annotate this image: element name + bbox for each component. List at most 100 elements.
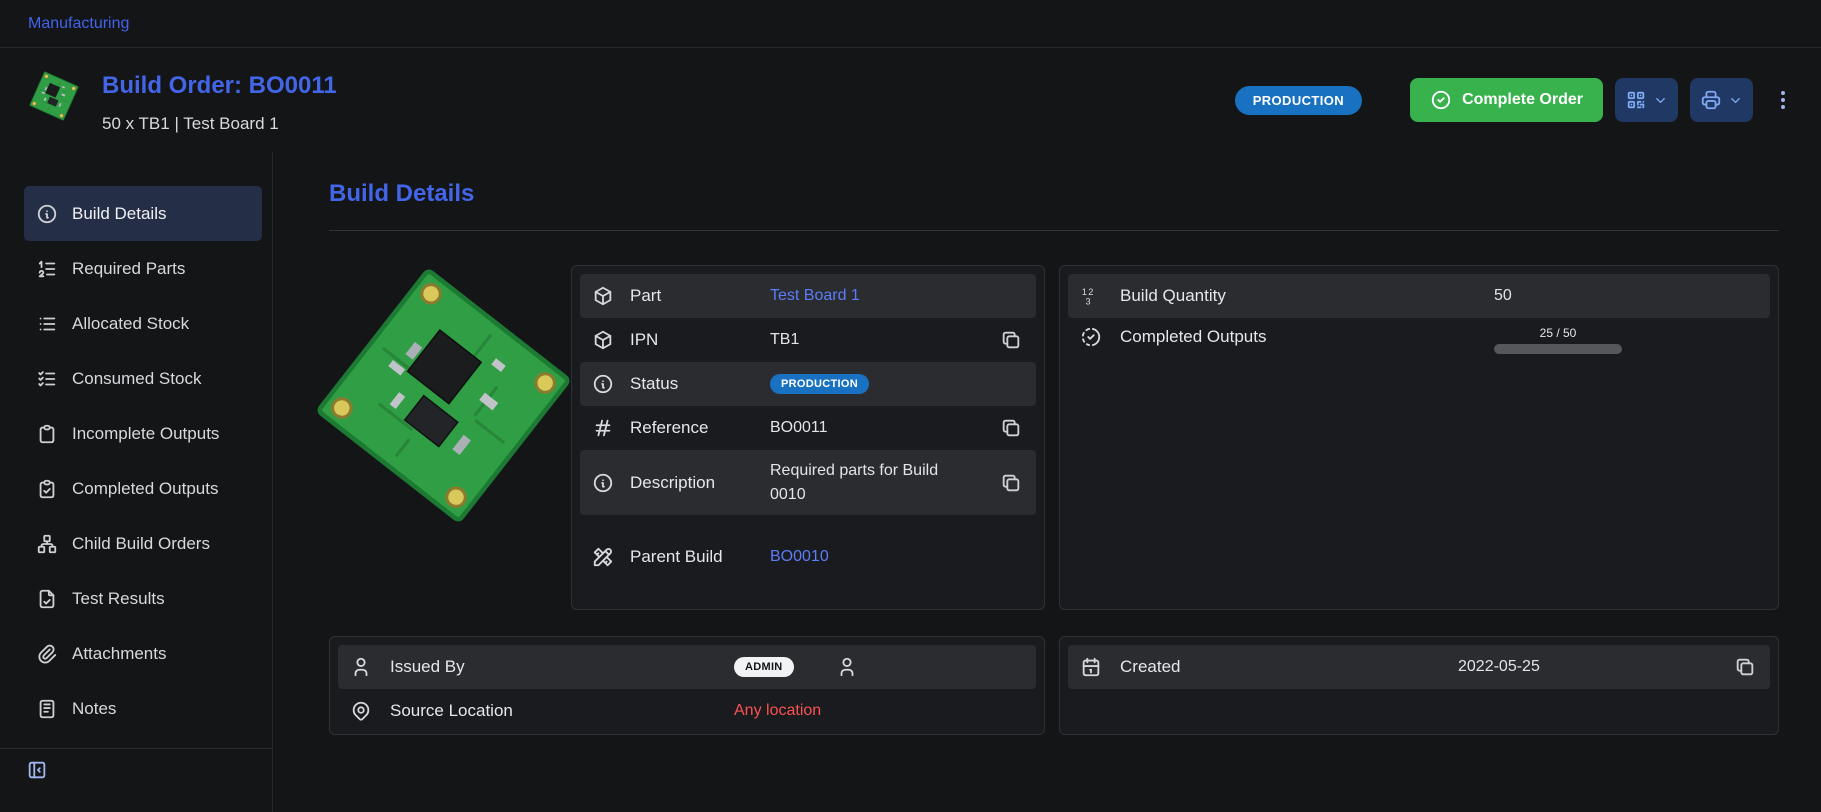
detail-row-parent-build: Parent Build BO0010 [580, 515, 1036, 599]
sidebar-item-attachments[interactable]: Attachments [24, 626, 262, 681]
sidebar-item-incomplete-outputs[interactable]: Incomplete Outputs [24, 406, 262, 461]
sidebar-item-build-details[interactable]: Build Details [24, 186, 262, 241]
sidebar-item-label: Build Details [72, 204, 167, 224]
description-label: Description [630, 472, 730, 493]
row-build-quantity: 123 Build Quantity 50 [1068, 274, 1770, 318]
status-label: Status [630, 373, 730, 394]
circle-check-icon [1430, 89, 1452, 111]
box-icon [592, 285, 616, 307]
section-title: Build Details [329, 180, 1779, 208]
sidebar-item-label: Attachments [72, 644, 167, 664]
progress-track [1494, 344, 1622, 354]
paperclip-icon [36, 643, 58, 665]
breadcrumb: Manufacturing [0, 0, 1821, 48]
sidebar-item-label: Child Build Orders [72, 534, 210, 554]
copy-description-button[interactable] [998, 470, 1024, 496]
description-value: Required parts for Build 0010 [770, 459, 975, 505]
sidebar-collapse-icon [26, 759, 48, 781]
page-header: Build Order: BO0011 50 x TB1 | Test Boar… [0, 48, 1821, 152]
detail-row-status: Status PRODUCTION [580, 362, 1036, 406]
copy-icon [1000, 329, 1022, 351]
sidebar-item-label: Required Parts [72, 259, 185, 279]
list-numbers-icon [36, 258, 58, 280]
overflow-menu-button[interactable] [1771, 88, 1795, 112]
detail-row-ipn: IPN TB1 [580, 318, 1036, 362]
parent-build-link[interactable]: BO0010 [770, 548, 829, 566]
progress-check-icon [1080, 326, 1104, 348]
reference-label: Reference [630, 417, 730, 438]
sidebar-item-label: Completed Outputs [72, 479, 218, 499]
notes-icon [36, 698, 58, 720]
build-details-panel: Part Test Board 1 IPN TB1 Status [571, 265, 1045, 610]
numbers-123-icon: 123 [1080, 285, 1104, 307]
sidebar: Build Details Required Parts Allocated S… [0, 152, 273, 812]
sidebar-item-test-results[interactable]: Test Results [24, 571, 262, 626]
sidebar-item-label: Consumed Stock [72, 369, 201, 389]
complete-order-label: Complete Order [1462, 91, 1583, 109]
barcode-actions-button[interactable] [1615, 78, 1678, 122]
user-icon [350, 656, 374, 678]
sidebar-item-notes[interactable]: Notes [24, 681, 262, 736]
copy-icon [1000, 417, 1022, 439]
ipn-value: TB1 [770, 331, 799, 349]
build-order-page: Manufacturing Build Order: BO0011 50 x T… [0, 0, 1821, 812]
sidebar-item-child-build-orders[interactable]: Child Build Orders [24, 516, 262, 571]
clipboard-icon [36, 423, 58, 445]
hash-icon [592, 417, 616, 439]
copy-ipn-button[interactable] [998, 327, 1024, 353]
printer-icon [1700, 89, 1722, 111]
sidebar-collapse-button[interactable] [26, 759, 48, 781]
sidebar-item-label: Allocated Stock [72, 314, 189, 334]
copy-created-button[interactable] [1732, 654, 1758, 680]
completed-outputs-label: Completed Outputs [1120, 326, 1450, 347]
calendar-icon [1080, 656, 1104, 678]
created-panel: Created 2022-05-25 [1059, 636, 1779, 735]
tools-icon [592, 546, 616, 568]
info-circle-icon [36, 203, 58, 225]
sidebar-item-consumed-stock[interactable]: Consumed Stock [24, 351, 262, 406]
sidebar-item-completed-outputs[interactable]: Completed Outputs [24, 461, 262, 516]
main-content: Build Details Part Test Board 1 [273, 152, 1821, 812]
pcb-image [313, 266, 573, 526]
sidebar-item-label: Incomplete Outputs [72, 424, 219, 444]
qrcode-icon [1625, 89, 1647, 111]
parent-build-label: Parent Build [630, 546, 730, 567]
print-actions-button[interactable] [1690, 78, 1753, 122]
row-completed-outputs: Completed Outputs 25 / 50 [1068, 318, 1770, 370]
list-check-icon [36, 368, 58, 390]
part-image[interactable] [329, 265, 557, 610]
progress-text: 25 / 50 [1494, 326, 1622, 340]
part-label: Part [630, 285, 730, 306]
build-quantity-value: 50 [1450, 287, 1758, 305]
page-subtitle: 50 x TB1 | Test Board 1 [102, 114, 337, 134]
sitemap-icon [36, 533, 58, 555]
detail-row-description: Description Required parts for Build 001… [580, 450, 1036, 515]
sidebar-item-required-parts[interactable]: Required Parts [24, 241, 262, 296]
row-issued-by: Issued By ADMIN [338, 645, 1036, 689]
build-quantity-label: Build Quantity [1120, 285, 1450, 306]
created-label: Created [1120, 656, 1450, 677]
info-circle-icon [592, 373, 616, 395]
copy-reference-button[interactable] [998, 415, 1024, 441]
issue-panel: Issued By ADMIN Source Location Any loca… [329, 636, 1045, 735]
svg-text:3: 3 [1086, 296, 1091, 306]
info-circle-icon [592, 472, 616, 494]
breadcrumb-link-manufacturing[interactable]: Manufacturing [28, 15, 129, 33]
user-icon [836, 656, 858, 678]
page-title: Build Order: BO0011 [102, 72, 337, 100]
issued-by-badge: ADMIN [734, 657, 794, 677]
map-pin-icon [350, 700, 374, 722]
section-divider [329, 230, 1779, 231]
issued-by-label: Issued By [390, 656, 690, 677]
source-location-value: Any location [690, 702, 1024, 720]
file-report-icon [36, 588, 58, 610]
sidebar-item-label: Notes [72, 699, 116, 719]
detail-row-reference: Reference BO0011 [580, 406, 1036, 450]
row-source-location: Source Location Any location [338, 689, 1036, 733]
row-created: Created 2022-05-25 [1068, 645, 1770, 689]
completed-outputs-progress: 25 / 50 [1494, 326, 1622, 354]
ipn-label: IPN [630, 329, 730, 350]
sidebar-item-allocated-stock[interactable]: Allocated Stock [24, 296, 262, 351]
part-link[interactable]: Test Board 1 [770, 287, 860, 305]
complete-order-button[interactable]: Complete Order [1410, 78, 1603, 122]
